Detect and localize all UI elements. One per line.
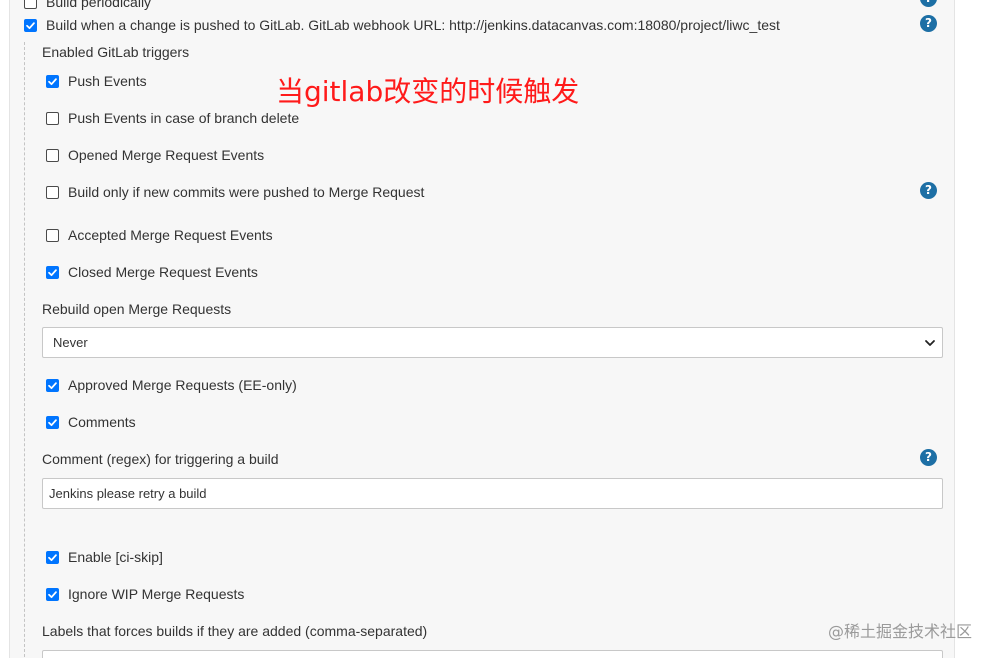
- rebuild-open-mr-select[interactable]: Never: [42, 327, 943, 358]
- help-icon[interactable]: ?: [920, 182, 937, 199]
- build-periodically-option[interactable]: Build periodically: [24, 0, 151, 11]
- ci-skip-checkbox[interactable]: [46, 550, 59, 564]
- accepted-mr-events-option[interactable]: Accepted Merge Request Events: [46, 226, 273, 244]
- opened-mr-events-label: Opened Merge Request Events: [68, 147, 265, 163]
- checkmark-icon: [26, 21, 35, 29]
- watermark-text: @稀土掘金技术社区: [827, 622, 972, 641]
- checkmark-icon: [48, 77, 57, 85]
- ignore-wip-label: Ignore WIP Merge Requests: [68, 586, 245, 602]
- build-on-gitlab-push-checkbox[interactable]: [24, 18, 37, 32]
- closed-mr-events-checkbox[interactable]: [46, 265, 59, 279]
- opened-mr-events-option[interactable]: Opened Merge Request Events: [46, 146, 264, 164]
- push-events-label: Push Events: [68, 73, 147, 89]
- ignore-wip-option[interactable]: Ignore WIP Merge Requests: [46, 585, 244, 603]
- approved-mr-option[interactable]: Approved Merge Requests (EE-only): [46, 376, 297, 394]
- comment-regex-label: Comment (regex) for triggering a build: [42, 451, 279, 467]
- comments-option[interactable]: Comments: [46, 413, 136, 431]
- build-periodically-checkbox[interactable]: [24, 0, 37, 9]
- build-on-gitlab-push-label: Build when a change is pushed to GitLab.…: [46, 17, 780, 33]
- jenkins-build-triggers-page: Build periodically ? Build when a change…: [0, 0, 992, 658]
- comments-label: Comments: [68, 414, 136, 430]
- comment-regex-value: Jenkins please retry a build: [49, 486, 207, 501]
- push-events-checkbox[interactable]: [46, 74, 59, 88]
- chevron-down-icon: [925, 340, 935, 346]
- build-on-gitlab-push-option[interactable]: Build when a change is pushed to GitLab.…: [24, 16, 780, 34]
- labels-force-build-label: Labels that forces builds if they are ad…: [42, 623, 428, 639]
- push-events-branch-delete-option[interactable]: Push Events in case of branch delete: [46, 109, 299, 127]
- opened-mr-events-checkbox[interactable]: [46, 148, 59, 162]
- labels-force-build-input[interactable]: [42, 650, 943, 658]
- accepted-mr-events-checkbox[interactable]: [46, 228, 59, 242]
- rebuild-open-mr-label: Rebuild open Merge Requests: [42, 301, 232, 317]
- comments-checkbox[interactable]: [46, 415, 59, 429]
- checkmark-icon: [48, 418, 57, 426]
- enabled-gitlab-triggers-title: Enabled GitLab triggers: [42, 44, 190, 60]
- push-events-option[interactable]: Push Events: [46, 72, 147, 90]
- approved-mr-label: Approved Merge Requests (EE-only): [68, 377, 297, 393]
- ignore-wip-checkbox[interactable]: [46, 587, 59, 601]
- checkmark-icon: [48, 590, 57, 598]
- build-only-new-commits-option[interactable]: Build only if new commits were pushed to…: [46, 183, 424, 201]
- build-only-new-commits-label: Build only if new commits were pushed to…: [68, 184, 425, 200]
- red-annotation-text: 当gitlab改变的时候触发: [276, 75, 580, 108]
- ci-skip-option[interactable]: Enable [ci-skip]: [46, 548, 163, 566]
- accepted-mr-events-label: Accepted Merge Request Events: [68, 227, 273, 243]
- nested-options-guide: [24, 42, 25, 658]
- help-icon[interactable]: ?: [920, 449, 937, 466]
- comment-regex-input[interactable]: Jenkins please retry a build: [42, 478, 943, 509]
- push-events-branch-delete-label: Push Events in case of branch delete: [68, 110, 300, 126]
- checkmark-icon: [48, 381, 57, 389]
- checkmark-icon: [48, 553, 57, 561]
- build-periodically-label: Build periodically: [46, 0, 152, 10]
- checkmark-icon: [48, 268, 57, 276]
- ci-skip-label: Enable [ci-skip]: [68, 549, 163, 565]
- build-only-new-commits-checkbox[interactable]: [46, 185, 59, 199]
- help-icon[interactable]: ?: [920, 15, 937, 32]
- closed-mr-events-label: Closed Merge Request Events: [68, 264, 258, 280]
- rebuild-open-mr-selected-value: Never: [53, 335, 88, 350]
- push-events-branch-delete-checkbox[interactable]: [46, 111, 59, 125]
- approved-mr-checkbox[interactable]: [46, 378, 59, 392]
- closed-mr-events-option[interactable]: Closed Merge Request Events: [46, 263, 258, 281]
